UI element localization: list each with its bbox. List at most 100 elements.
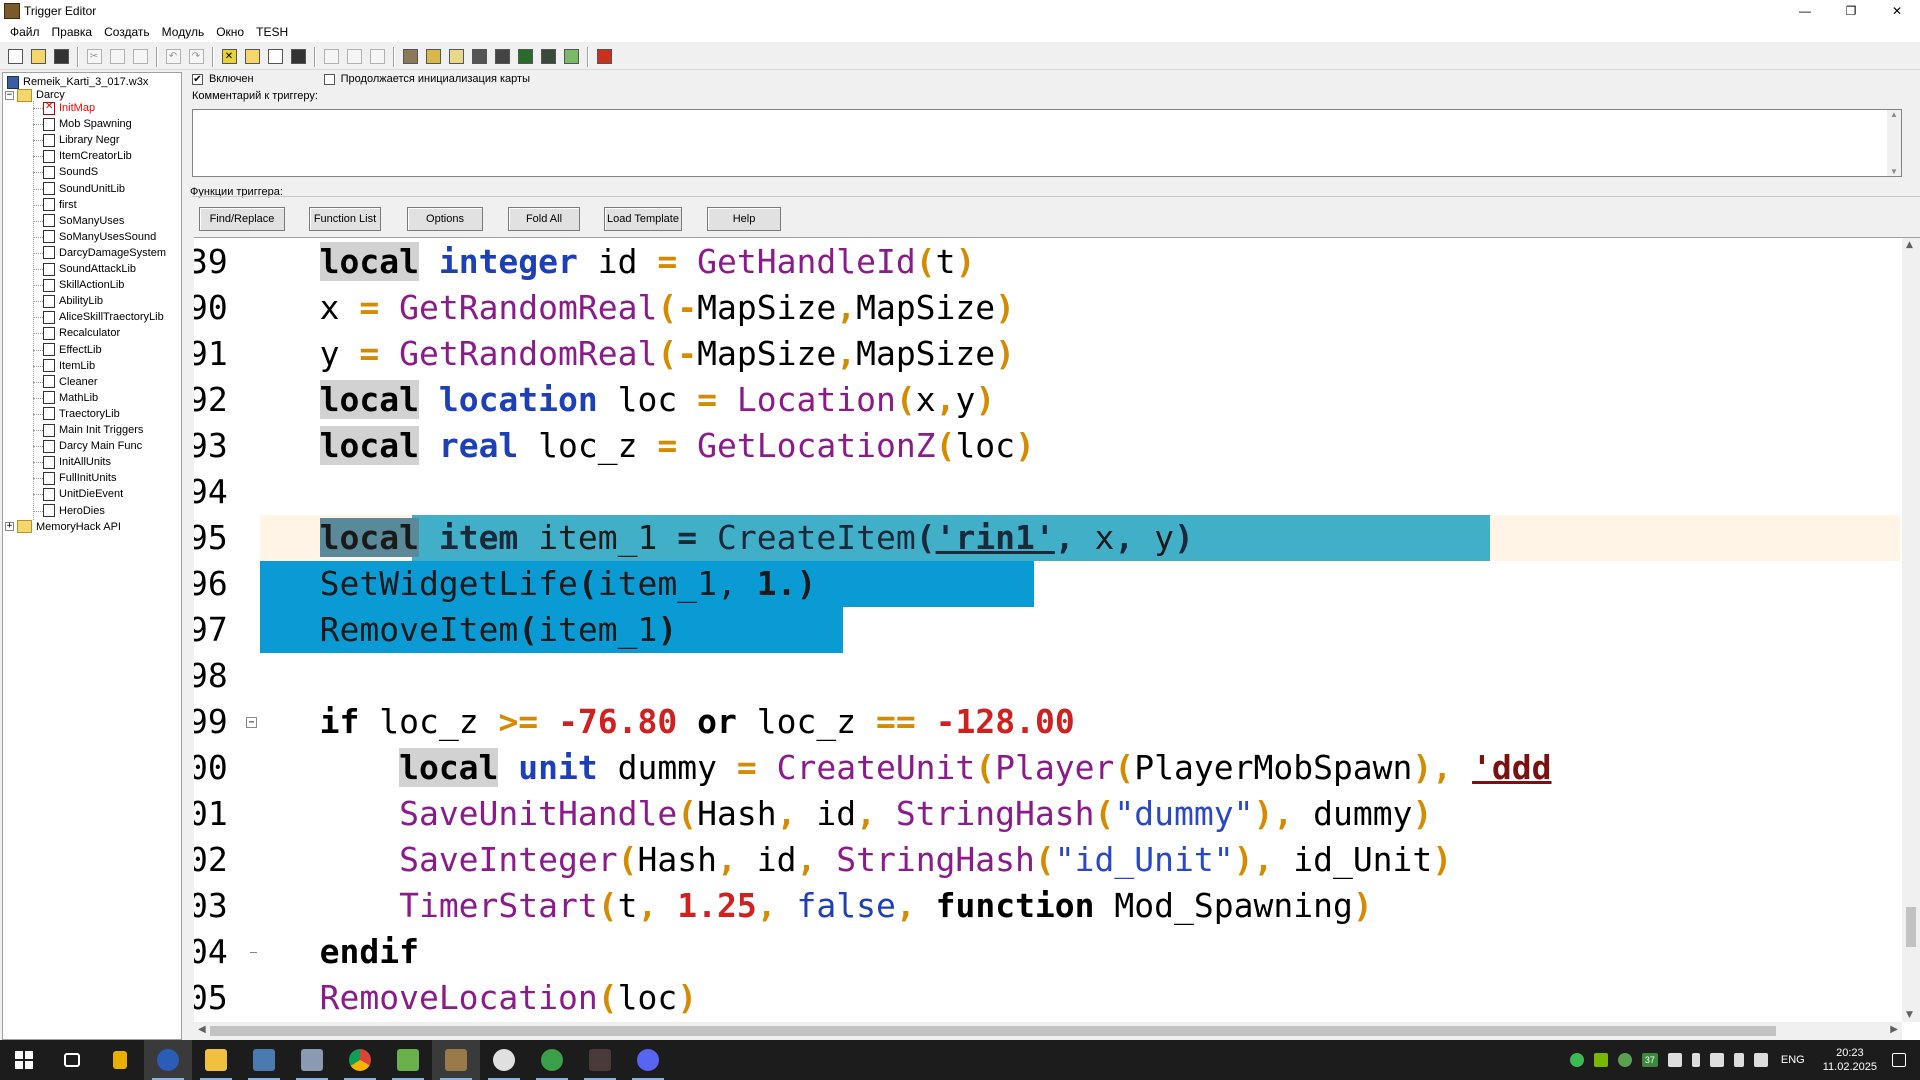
menu-tesh[interactable]: TESH	[250, 25, 294, 39]
menu-edit[interactable]: Правка	[46, 25, 99, 39]
tree-item[interactable]: EffectLib	[43, 342, 102, 358]
notification-icon[interactable]	[1892, 1053, 1906, 1067]
tray-app-icon[interactable]	[1617, 1053, 1632, 1067]
sound-editor-icon[interactable]	[445, 46, 467, 68]
taskbar-app-explorer[interactable]	[192, 1040, 240, 1080]
new-category-icon[interactable]	[241, 46, 263, 68]
event-icon[interactable]	[320, 46, 342, 68]
tree-item[interactable]: InitMap	[43, 100, 95, 116]
tree-item[interactable]: Recalculator	[43, 325, 120, 341]
new-icon[interactable]	[4, 46, 26, 68]
tree-item[interactable]: AbilityLib	[43, 293, 103, 309]
tree-item[interactable]: SoManyUsesSound	[43, 229, 156, 245]
tree-item[interactable]: FullInitUnits	[43, 470, 116, 486]
volume-icon[interactable]	[1709, 1053, 1724, 1067]
terrain-editor-icon[interactable]	[399, 46, 421, 68]
taskbar-app-unreal[interactable]	[480, 1040, 528, 1080]
close-button[interactable]: ✕	[1874, 0, 1920, 22]
tree-item[interactable]: SoundAttackLib	[43, 261, 136, 277]
tree-item[interactable]: Mob Spawning	[43, 116, 132, 132]
tree-item[interactable]: Main Init Triggers	[43, 422, 143, 438]
taskbar-app-notepad[interactable]	[384, 1040, 432, 1080]
start-button[interactable]	[0, 1040, 48, 1080]
test-map-icon[interactable]	[593, 46, 615, 68]
tree-item[interactable]: ItemCreatorLib	[43, 148, 132, 164]
fold-toggle[interactable]: −	[246, 717, 257, 728]
new-trigger-icon[interactable]	[264, 46, 286, 68]
condition-icon[interactable]	[343, 46, 365, 68]
task-view-button[interactable]	[48, 1040, 96, 1080]
tree-item[interactable]: SkillActionLib	[43, 277, 124, 293]
copy-icon[interactable]	[106, 46, 128, 68]
tree-item[interactable]: MathLib	[43, 390, 98, 406]
object-manager-icon[interactable]	[537, 46, 559, 68]
microphone-icon[interactable]	[1691, 1053, 1700, 1067]
horizontal-scroll-thumb[interactable]	[210, 1026, 1776, 1036]
tray-green-icon[interactable]	[1569, 1053, 1584, 1067]
save-icon[interactable]	[50, 46, 72, 68]
init-checkbox[interactable]	[323, 73, 335, 85]
paste-icon[interactable]	[129, 46, 151, 68]
options-button[interactable]: Options	[407, 207, 483, 231]
language-indicator[interactable]: ENG	[1781, 1054, 1805, 1066]
code-editor[interactable]: 39 90 91 92 93 94 95 96 97 98 99 00 01 02 03 04 05 local…	[194, 237, 1920, 1040]
minimize-button[interactable]: —	[1782, 0, 1828, 22]
function-list-button[interactable]: Function List	[309, 207, 381, 231]
delete-icon[interactable]: ✕	[218, 46, 240, 68]
tree-item[interactable]: UnitDieEvent	[43, 486, 123, 502]
comment-field[interactable]: ▲ ▼	[192, 109, 1902, 177]
load-template-button[interactable]: Load Template	[604, 207, 682, 231]
tree-item[interactable]: Cleaner	[43, 374, 98, 390]
open-icon[interactable]	[27, 46, 49, 68]
action-icon[interactable]	[366, 46, 388, 68]
taskbar-app-paw[interactable]	[144, 1040, 192, 1080]
menu-create[interactable]: Создать	[98, 25, 156, 39]
trigger-tree[interactable]: Remeik_Karti_3_017.w3x−DarcyInitMapMob S…	[2, 72, 182, 1040]
tree-item[interactable]: AliceSkillTraectoryLib	[43, 309, 164, 325]
taskbar-app-dark[interactable]	[576, 1040, 624, 1080]
undo-icon[interactable]: ↶	[162, 46, 184, 68]
taskbar-app-discord[interactable]	[624, 1040, 672, 1080]
import-manager-icon[interactable]	[560, 46, 582, 68]
expander-icon[interactable]: +	[5, 522, 14, 532]
display-icon[interactable]	[1753, 1053, 1768, 1067]
tray-badge[interactable]: 37	[1641, 1053, 1658, 1067]
tree-folder-memoryhack[interactable]: + MemoryHack API	[5, 519, 121, 535]
trigger-editor-icon[interactable]	[422, 46, 444, 68]
taskbar-app-editor[interactable]	[432, 1040, 480, 1080]
ai-editor-icon[interactable]	[514, 46, 536, 68]
tray-network-icon[interactable]	[1667, 1053, 1682, 1067]
expander-icon[interactable]: −	[5, 90, 14, 100]
horizontal-scrollbar[interactable]: ◀ ▶	[194, 1022, 1902, 1040]
maximize-button[interactable]: ❐	[1828, 0, 1874, 22]
vertical-scrollbar[interactable]: ▲ ▼	[1902, 238, 1920, 1022]
enabled-checkbox[interactable]: ✔	[192, 73, 203, 85]
taskbar-app-lock[interactable]	[96, 1040, 144, 1080]
tree-item[interactable]: DarcyDamageSystem	[43, 245, 166, 261]
tree-item[interactable]: Library Negr	[43, 132, 120, 148]
menu-file[interactable]: Файл	[4, 25, 46, 39]
tray-nvidia-icon[interactable]	[1593, 1053, 1608, 1067]
comment-scrollbar[interactable]: ▲ ▼	[1887, 110, 1901, 176]
tree-item[interactable]: SoundUnitLib	[43, 181, 125, 197]
new-comment-icon[interactable]	[287, 46, 309, 68]
taskbar-app-window[interactable]	[240, 1040, 288, 1080]
tree-item[interactable]: InitAllUnits	[43, 454, 111, 470]
fold-all-button[interactable]: Fold All	[508, 207, 580, 231]
tree-item[interactable]: Darcy Main Func	[43, 438, 142, 454]
menu-window[interactable]: Окно	[210, 25, 250, 39]
campaign-editor-icon[interactable]	[491, 46, 513, 68]
tree-item[interactable]: TraectoryLib	[43, 406, 120, 422]
vertical-scroll-thumb[interactable]	[1906, 907, 1916, 947]
tree-item[interactable]: ItemLib	[43, 358, 95, 374]
redo-icon[interactable]: ↷	[185, 46, 207, 68]
menu-module[interactable]: Модуль	[156, 25, 211, 39]
taskbar-app-tool[interactable]	[288, 1040, 336, 1080]
tree-item[interactable]: SoundS	[43, 164, 98, 180]
battery-icon[interactable]	[1733, 1053, 1744, 1067]
taskbar-app-chrome[interactable]	[336, 1040, 384, 1080]
tree-item[interactable]: SoManyUses	[43, 213, 124, 229]
tree-item[interactable]: first	[43, 197, 77, 213]
taskbar-app-green[interactable]	[528, 1040, 576, 1080]
cut-icon[interactable]: ✂	[83, 46, 105, 68]
